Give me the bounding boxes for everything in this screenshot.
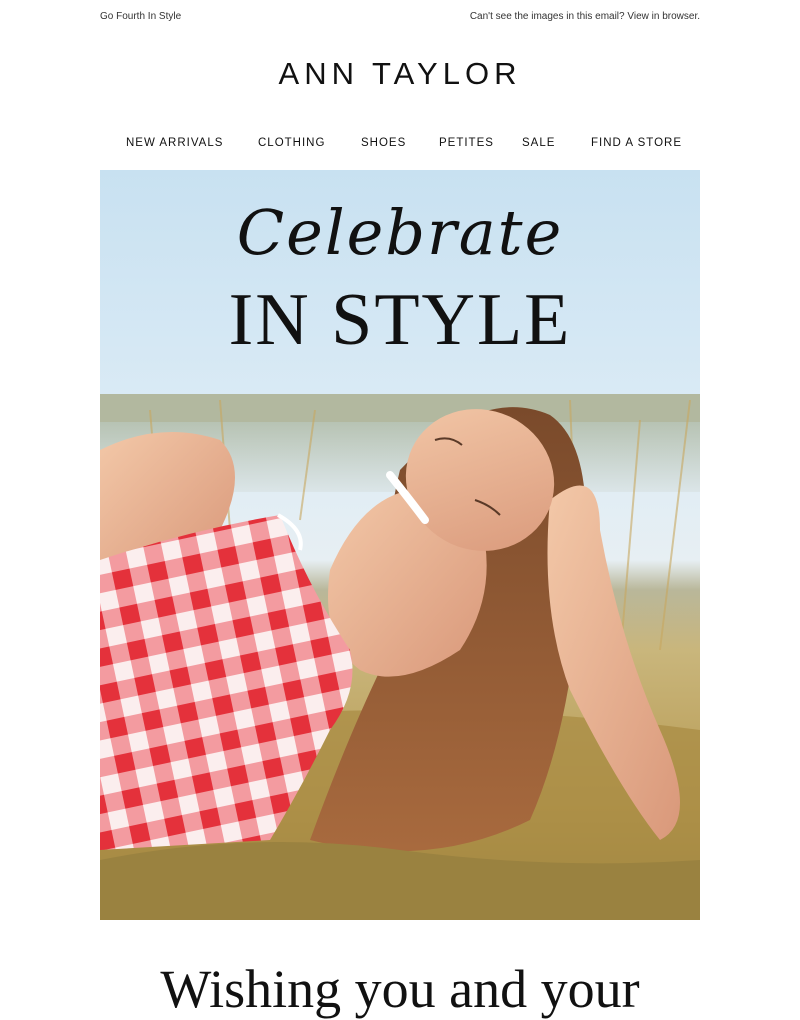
email-body: Go Fourth In Style Can't see the images …	[0, 0, 800, 1019]
nav-item-petites[interactable]: PETITES	[439, 137, 494, 149]
view-in-browser-link[interactable]: Can't see the images in this email? View…	[470, 11, 700, 22]
nav-item-new-arrivals[interactable]: NEW ARRIVALS	[126, 137, 223, 149]
main-nav: NEW ARRIVALS CLOTHING SHOES PETITES SALE…	[100, 137, 700, 151]
brand-logo[interactable]: ANN TAYLOR	[0, 56, 800, 92]
hero-headline-script: Celebrate	[236, 196, 564, 269]
preheader: Go Fourth In Style Can't see the images …	[100, 9, 700, 23]
hero-banner[interactable]: Celebrate IN STYLE	[100, 170, 700, 920]
preheader-tagline: Go Fourth In Style	[100, 10, 182, 22]
hero-headline-main: IN STYLE	[228, 279, 572, 361]
section-headline: Wishing you and your	[160, 959, 640, 1019]
nav-item-sale[interactable]: SALE	[522, 137, 555, 149]
nav-item-shoes[interactable]: SHOES	[361, 137, 406, 149]
nav-item-clothing[interactable]: CLOTHING	[258, 137, 325, 149]
nav-item-find-a-store[interactable]: FIND A STORE	[591, 137, 682, 149]
